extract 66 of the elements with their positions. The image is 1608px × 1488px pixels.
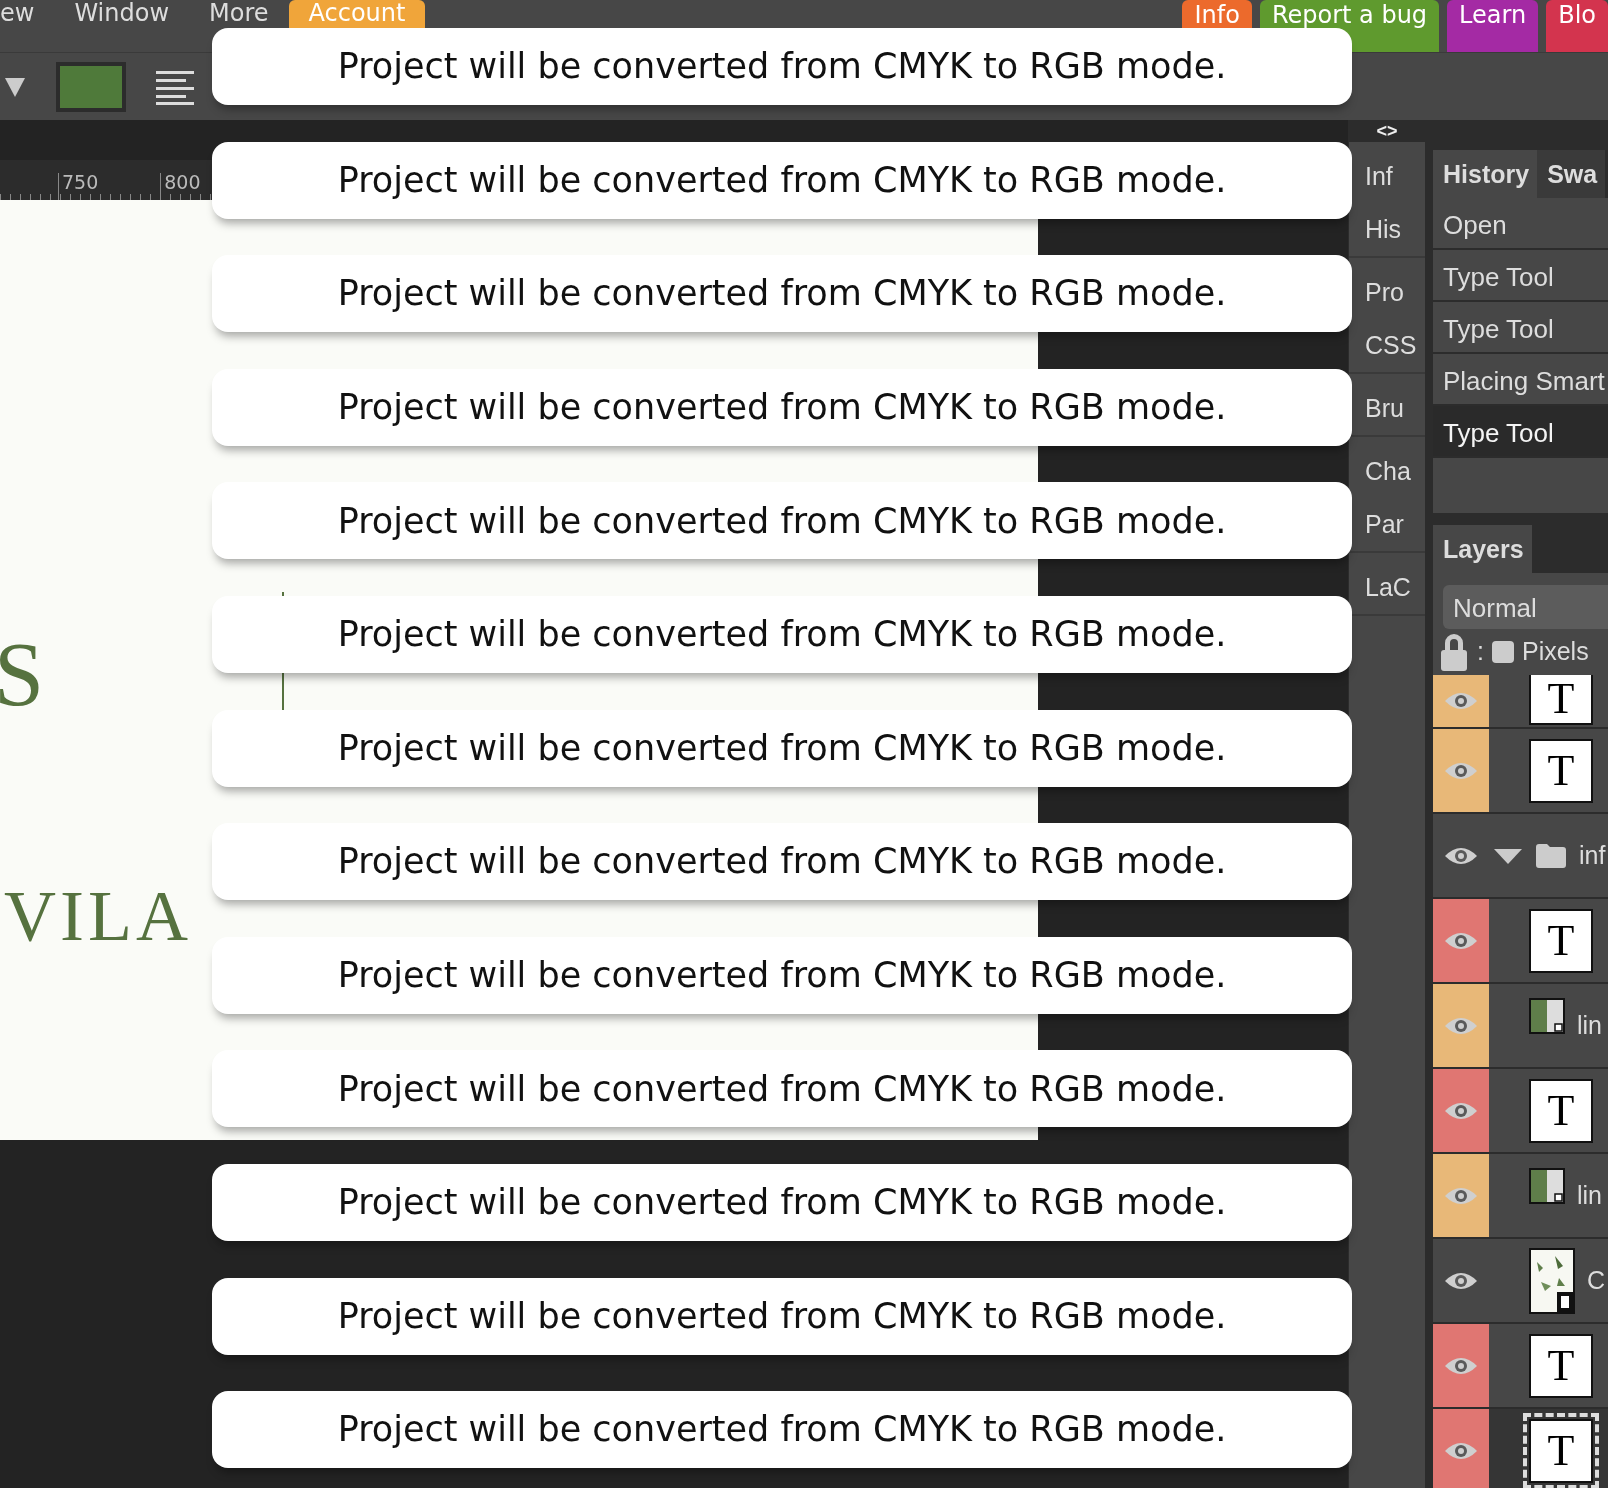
panel-tab[interactable]: Pro — [1349, 262, 1425, 315]
text-layer-thumbnail: T — [1529, 675, 1593, 725]
notification-toast: Project will be converted from CMYK to RGB mode. — [212, 255, 1352, 333]
layer-row[interactable]: inf — [1433, 814, 1608, 899]
layer-name[interactable]: lin — [1577, 1176, 1602, 1215]
lock-icon — [1439, 632, 1469, 672]
dropdown-caret-icon — [4, 75, 26, 98]
panel-tab[interactable]: Swa — [1537, 150, 1606, 198]
toolbar-button[interactable]: Learn — [1447, 0, 1539, 52]
color-swatch[interactable] — [56, 61, 126, 112]
notification-toast: Project will be converted from CMYK to RGB mode. — [212, 368, 1352, 446]
panel-tab[interactable]: Cha — [1349, 441, 1425, 494]
panel-collapse-toggle[interactable]: <> — [1349, 120, 1425, 142]
layer-row[interactable]: C — [1433, 1239, 1608, 1324]
history-item[interactable]: Type Tool — [1433, 406, 1608, 458]
canvas-text: S — [0, 630, 49, 720]
checkbox[interactable] — [1491, 641, 1514, 663]
notification-toast: Project will be converted from CMYK to RGB mode. — [212, 482, 1352, 560]
align-left-icon — [156, 68, 194, 105]
layer-name[interactable]: C — [1587, 1261, 1606, 1300]
text-layer-thumbnail: T — [1529, 908, 1593, 973]
shape-thumbnail — [1529, 1167, 1565, 1204]
layer-row[interactable]: T — [1433, 675, 1608, 729]
panel-tab[interactable]: CSS — [1349, 315, 1425, 368]
panel-tab[interactable]: His — [1349, 199, 1425, 252]
history-item[interactable]: Type Tool — [1433, 250, 1608, 302]
history-item[interactable]: Open — [1433, 198, 1608, 250]
toolbar-button[interactable]: Blo — [1546, 0, 1608, 52]
layer-row[interactable]: T — [1433, 1324, 1608, 1409]
notification-toast: Project will be converted from CMYK to RGB mode. — [212, 595, 1352, 673]
blend-mode-dropdown[interactable]: Normal — [1443, 585, 1608, 629]
menu-item[interactable]: Window — [54, 0, 190, 52]
panel-tab[interactable]: Bru — [1349, 378, 1425, 431]
panel-tab[interactable]: Par — [1349, 494, 1425, 547]
notification-toast: Project will be converted from CMYK to RGB mode. — [212, 1277, 1352, 1355]
notification-toast: Project will be converted from CMYK to RGB mode. — [212, 1163, 1352, 1241]
notification-toast: Project will be converted from CMYK to RGB mode. — [212, 1050, 1352, 1128]
visibility-eye-icon — [1444, 690, 1478, 712]
notification-toast: Project will be converted from CMYK to RGB mode. — [212, 28, 1352, 105]
layer-row[interactable]: lin — [1433, 1154, 1608, 1239]
layer-row[interactable]: T — [1433, 1069, 1608, 1154]
notification-toast: Project will be converted from CMYK to RGB mode. — [212, 936, 1352, 1014]
layer-name[interactable]: lin — [1577, 1006, 1602, 1045]
notification-toast: Project will be converted from CMYK to RGB mode. — [212, 709, 1352, 787]
notification-toast: Project will be converted from CMYK to RGB mode. — [212, 1391, 1352, 1469]
panel-tab[interactable]: Layers — [1433, 525, 1532, 573]
layer-row[interactable]: T — [1433, 1409, 1608, 1488]
folder-icon — [1535, 842, 1567, 869]
text-layer-thumbnail: T — [1529, 1078, 1593, 1143]
text-layer-thumbnail: T — [1529, 738, 1593, 803]
lock-separator: : — [1477, 636, 1484, 668]
layer-row[interactable]: T — [1433, 729, 1608, 814]
panel-tab[interactable]: History — [1433, 150, 1538, 198]
history-item[interactable]: Type Tool — [1433, 302, 1608, 354]
panel-tab[interactable]: Inf — [1349, 146, 1425, 199]
text-layer-thumbnail: T — [1529, 1333, 1593, 1398]
menu-item[interactable]: ew — [0, 0, 55, 52]
checkbox-label: Pixels — [1521, 636, 1589, 668]
canvas-text: VILA — [4, 880, 192, 952]
notification-toast: Project will be converted from CMYK to RGB mode. — [212, 141, 1352, 219]
panel-tab[interactable]: LaC — [1349, 557, 1425, 610]
layer-name[interactable]: inf — [1579, 836, 1606, 875]
layer-row[interactable]: lin — [1433, 984, 1608, 1069]
layer-row[interactable]: T — [1433, 899, 1608, 984]
shape-thumbnail — [1529, 997, 1565, 1034]
notification-toast: Project will be converted from CMYK to RGB mode. — [212, 823, 1352, 901]
